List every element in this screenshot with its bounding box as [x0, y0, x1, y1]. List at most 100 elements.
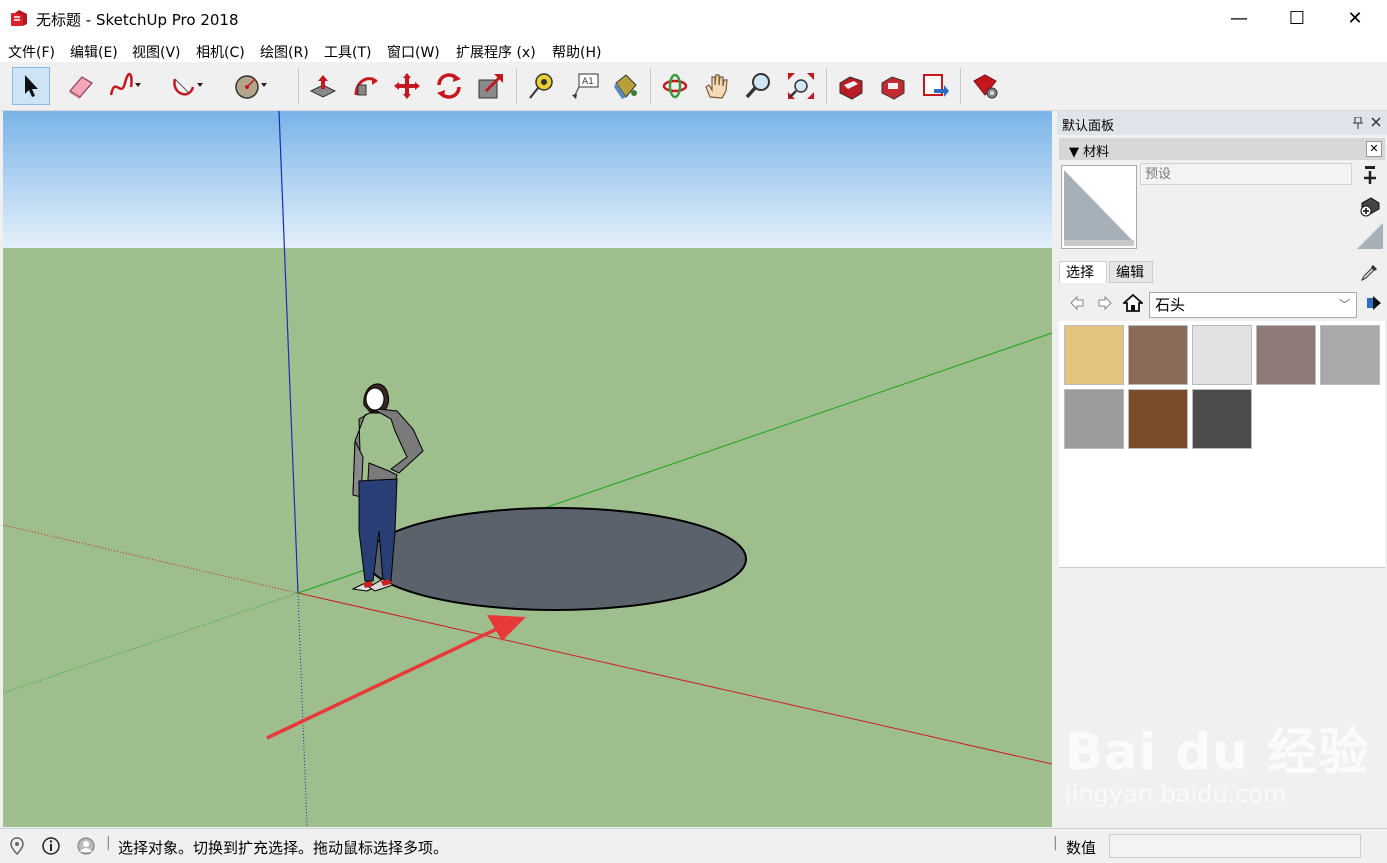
menu-tools[interactable]: 工具(T) [324, 42, 371, 62]
swatch-brown-tile[interactable] [1128, 389, 1188, 449]
window-title: 无标题 - SketchUp Pro 2018 [36, 11, 239, 29]
back-button[interactable] [1065, 291, 1089, 315]
menu-help[interactable]: 帮助(H) [552, 42, 601, 62]
menu-window[interactable]: 窗口(W) [387, 42, 440, 62]
pin-icon[interactable] [1353, 117, 1363, 129]
text-tool-button[interactable]: A1 [566, 67, 604, 105]
tab-select[interactable]: 选择 [1059, 261, 1107, 283]
annotation-arrow [266, 615, 526, 740]
measurements-divider: | [1053, 835, 1058, 851]
create-material-button[interactable] [1359, 165, 1381, 187]
tab-edit[interactable]: 编辑 [1109, 261, 1153, 283]
default-material-icon [1357, 223, 1383, 249]
pan-tool-button[interactable] [698, 67, 736, 105]
3d-viewport[interactable] [3, 111, 1052, 827]
swatch-gray-stone[interactable] [1064, 389, 1124, 449]
zoom-icon [745, 73, 770, 99]
forward-arrow-icon [1098, 295, 1112, 311]
scale-tool-button[interactable] [472, 67, 510, 105]
circle-face [365, 507, 747, 611]
text-icon: A1 [572, 73, 599, 99]
zoom-extents-tool-button[interactable] [782, 67, 820, 105]
blue-axis-negative [297, 592, 308, 827]
sample-paint-button[interactable] [1359, 261, 1381, 283]
move-icon [394, 73, 420, 99]
menu-extensions[interactable]: 扩展程序 (x) [456, 42, 536, 62]
toolbar-separator [826, 68, 827, 104]
select-tool-button[interactable] [12, 67, 50, 105]
extension-warehouse-button[interactable] [874, 67, 912, 105]
extension-manager-button[interactable] [966, 67, 1004, 105]
orbit-tool-button[interactable] [656, 67, 694, 105]
menu-bar: 文件(F) 编辑(E) 视图(V) 相机(C) 绘图(R) 工具(T) 窗口(W… [0, 38, 1387, 62]
geolocation-icon[interactable] [8, 837, 26, 855]
swatch-gray-granite[interactable] [1320, 325, 1380, 385]
paint-bucket-tool-button[interactable] [606, 67, 644, 105]
back-arrow-icon [1070, 295, 1084, 311]
eraser-tool-button[interactable] [62, 67, 100, 105]
swatch-sandstone[interactable] [1064, 325, 1124, 385]
swatch-dark-stone[interactable] [1192, 389, 1252, 449]
measurements-input[interactable] [1109, 834, 1361, 858]
menu-view[interactable]: 视图(V) [132, 42, 181, 62]
rotate-tool-button[interactable] [430, 67, 468, 105]
credits-icon[interactable] [42, 837, 60, 855]
scene-geometry [3, 111, 1052, 827]
tape-measure-tool-button[interactable] [522, 67, 560, 105]
measurements-label: 数值 [1066, 839, 1097, 857]
circle-tool-button[interactable] [232, 67, 270, 105]
swatch-granite[interactable] [1256, 325, 1316, 385]
materials-title: ▼ 材料 [1069, 145, 1110, 160]
orbit-icon [662, 73, 688, 99]
close-button[interactable]: ✕ [1326, 4, 1384, 34]
paint-default-icon [1360, 197, 1380, 217]
materials-close-button[interactable]: ✕ [1366, 141, 1382, 157]
home-icon [1123, 293, 1143, 312]
menu-file[interactable]: 文件(F) [8, 42, 55, 62]
details-arrow-icon [1367, 296, 1381, 310]
freehand-tool-button[interactable] [106, 67, 144, 105]
toolbar: A1 [0, 62, 1387, 111]
menu-camera[interactable]: 相机(C) [196, 42, 245, 62]
minimize-button[interactable]: — [1210, 4, 1268, 34]
toolbar-separator [516, 68, 517, 104]
3d-warehouse-button[interactable] [832, 67, 870, 105]
arc-tool-button[interactable] [168, 67, 206, 105]
arc-icon [173, 78, 203, 96]
menu-edit[interactable]: 编辑(E) [70, 42, 118, 62]
follow-me-icon [354, 77, 378, 96]
zoom-tool-button[interactable] [740, 67, 778, 105]
forward-button[interactable] [1093, 291, 1117, 315]
material-preview [1061, 165, 1137, 249]
chevron-down-icon: ﹀ [1339, 298, 1350, 311]
sketchup-app-icon [11, 10, 27, 26]
paint-default-button[interactable] [1359, 195, 1381, 217]
follow-me-tool-button[interactable] [346, 67, 384, 105]
collection-dropdown[interactable]: 石头 ﹀ [1149, 292, 1357, 318]
blue-axis [278, 111, 299, 594]
material-name-field[interactable]: 预设 [1140, 163, 1352, 185]
freehand-icon [109, 72, 141, 96]
details-button[interactable] [1362, 291, 1386, 315]
swatch-brown-stone[interactable] [1128, 325, 1188, 385]
watermark-brand: Bai du 经验 [1065, 723, 1370, 781]
send-to-layout-icon [923, 74, 949, 97]
extension-warehouse-icon [881, 76, 905, 100]
maximize-icon: ☐ [1288, 8, 1306, 29]
menu-draw[interactable]: 绘图(R) [260, 42, 309, 62]
material-tabs: 选择 编辑 [1059, 261, 1385, 283]
pan-icon [705, 74, 728, 99]
maximize-button[interactable]: ☐ [1268, 4, 1326, 34]
default-material-swatch[interactable] [1357, 223, 1383, 249]
materials-tray-header[interactable]: ▼ 材料 ✕ [1059, 138, 1385, 160]
user-account-icon[interactable] [77, 837, 95, 855]
toolbar-separator [960, 68, 961, 104]
tray-close-icon[interactable] [1371, 117, 1381, 127]
status-message: 选择对象。切换到扩充选择。拖动鼠标选择多项。 [118, 839, 449, 857]
send-to-layout-button[interactable] [916, 67, 954, 105]
tray-header: 默认面板 [1057, 111, 1387, 135]
home-button[interactable] [1121, 291, 1145, 315]
swatch-white-marble[interactable] [1192, 325, 1252, 385]
move-tool-button[interactable] [388, 67, 426, 105]
push-pull-tool-button[interactable] [304, 67, 342, 105]
